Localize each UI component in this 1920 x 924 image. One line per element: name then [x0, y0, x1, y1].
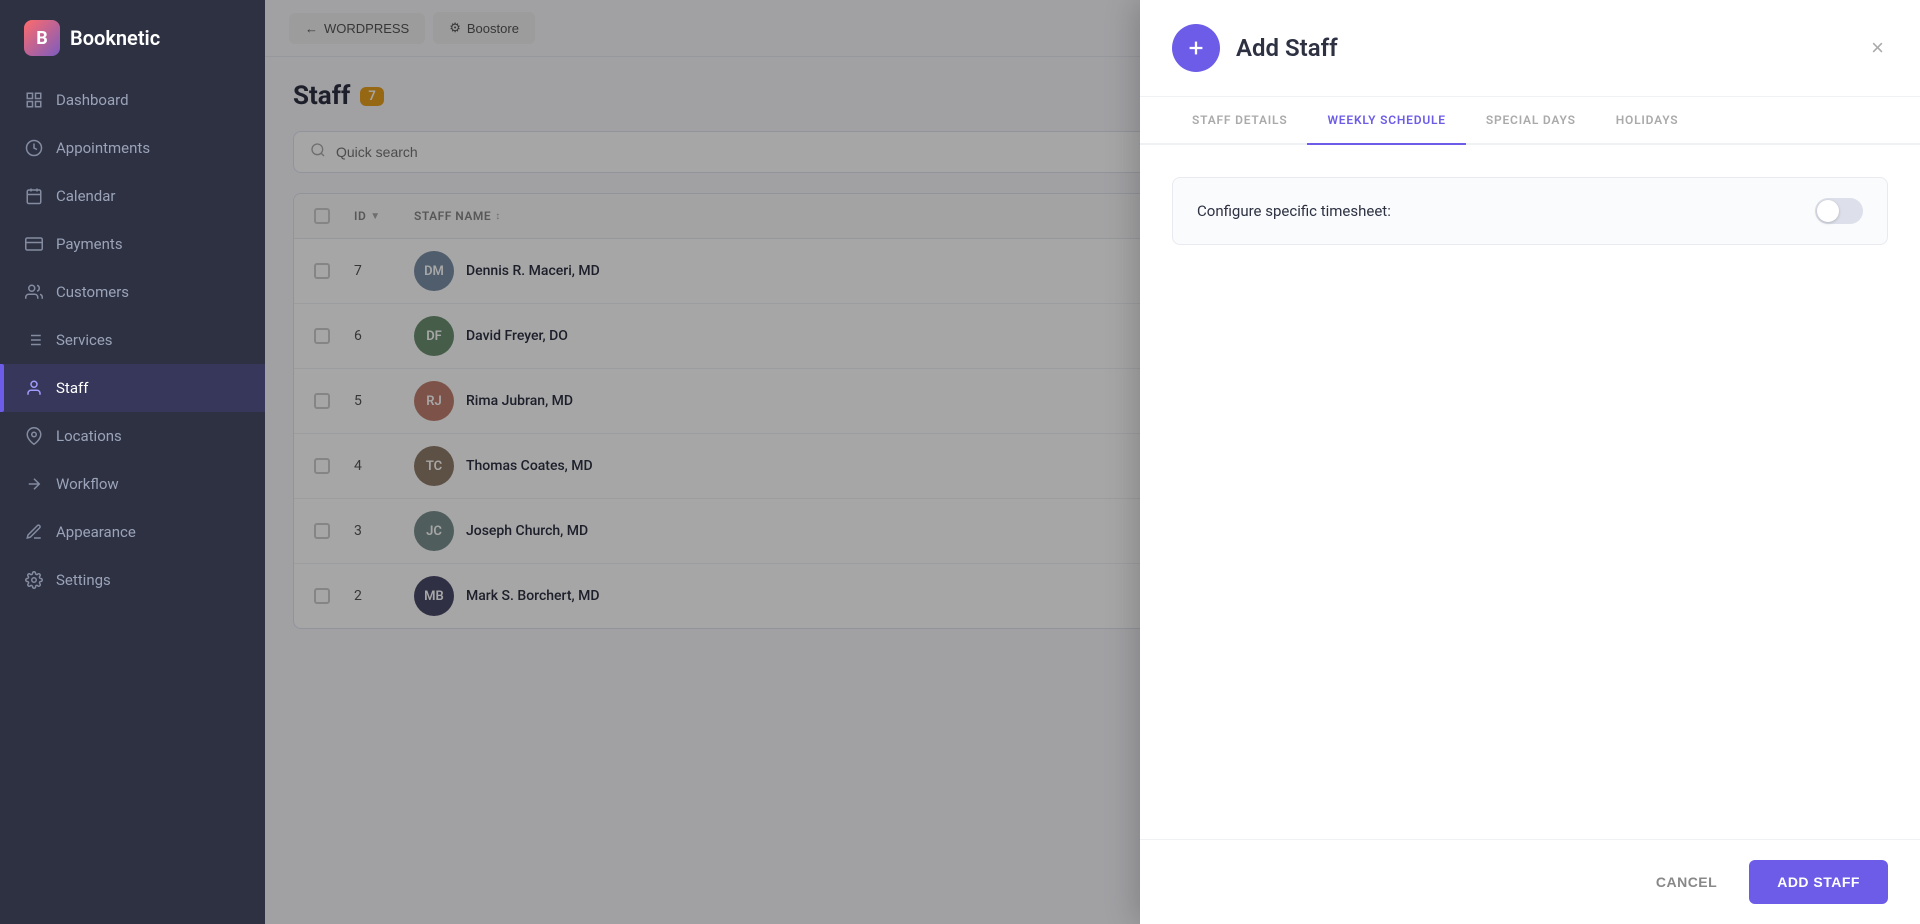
app-name: Booknetic [70, 26, 160, 50]
add-staff-modal: Add Staff × STAFF DETAILS WEEKLY SCHEDUL… [1140, 0, 1920, 924]
app-logo[interactable]: B Booknetic [0, 0, 265, 76]
modal-title: Add Staff [1236, 34, 1851, 62]
timesheet-toggle[interactable] [1815, 198, 1863, 224]
sidebar-item-calendar[interactable]: Calendar [0, 172, 265, 220]
sidebar-item-customers[interactable]: Customers [0, 268, 265, 316]
gear-icon [24, 570, 44, 590]
sidebar-item-payments[interactable]: Payments [0, 220, 265, 268]
toggle-knob [1817, 200, 1839, 222]
tab-weekly-schedule[interactable]: WEEKLY SCHEDULE [1307, 97, 1465, 145]
sidebar-item-locations[interactable]: Locations [0, 412, 265, 460]
sidebar-item-services[interactable]: Services [0, 316, 265, 364]
modal-body: Configure specific timesheet: [1140, 145, 1920, 839]
sidebar-item-appointments[interactable]: Appointments [0, 124, 265, 172]
modal-close-button[interactable]: × [1867, 31, 1888, 65]
sidebar-label-appointments: Appointments [56, 139, 150, 157]
add-staff-button[interactable]: ADD STAFF [1749, 860, 1888, 904]
modal-header: Add Staff × [1140, 0, 1920, 97]
sidebar-label-staff: Staff [56, 379, 88, 397]
workflow-icon [24, 474, 44, 494]
cancel-button[interactable]: CANCEL [1636, 862, 1737, 902]
sidebar-label-settings: Settings [56, 571, 111, 589]
sidebar-label-payments: Payments [56, 235, 123, 253]
sidebar-item-workflow[interactable]: Workflow [0, 460, 265, 508]
modal-icon-circle [1172, 24, 1220, 72]
calendar-icon [24, 186, 44, 206]
tab-holidays[interactable]: HOLIDAYS [1596, 97, 1699, 145]
sidebar-label-locations: Locations [56, 427, 122, 445]
sidebar: B Booknetic Dashboard Appointments Calen… [0, 0, 265, 924]
person-icon [24, 378, 44, 398]
sidebar-label-customers: Customers [56, 283, 129, 301]
credit-card-icon [24, 234, 44, 254]
logo-icon: B [24, 20, 60, 56]
pen-icon [24, 522, 44, 542]
modal-footer: CANCEL ADD STAFF [1140, 839, 1920, 924]
pin-icon [24, 426, 44, 446]
sidebar-label-dashboard: Dashboard [56, 91, 129, 109]
sidebar-item-appearance[interactable]: Appearance [0, 508, 265, 556]
sidebar-item-settings[interactable]: Settings [0, 556, 265, 604]
sidebar-label-appearance: Appearance [56, 523, 136, 541]
tab-special-days[interactable]: SPECIAL DAYS [1466, 97, 1596, 145]
sidebar-label-services: Services [56, 331, 113, 349]
sidebar-item-dashboard[interactable]: Dashboard [0, 76, 265, 124]
sidebar-label-workflow: Workflow [56, 475, 119, 493]
tab-staff-details[interactable]: STAFF DETAILS [1172, 97, 1307, 145]
modal-tabs: STAFF DETAILS WEEKLY SCHEDULE SPECIAL DA… [1140, 97, 1920, 145]
sidebar-label-calendar: Calendar [56, 187, 116, 205]
timesheet-label: Configure specific timesheet: [1197, 202, 1391, 220]
main-nav: Dashboard Appointments Calendar Payments [0, 76, 265, 604]
list-icon [24, 330, 44, 350]
sidebar-item-staff[interactable]: Staff [0, 364, 265, 412]
timesheet-config-row: Configure specific timesheet: [1172, 177, 1888, 245]
clock-icon [24, 138, 44, 158]
grid-icon [24, 90, 44, 110]
users-icon [24, 282, 44, 302]
